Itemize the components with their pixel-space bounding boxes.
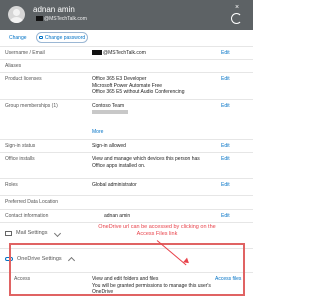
section-title: Mail Settings xyxy=(16,230,48,236)
username-row: Username / Email @MSTechTalk.com Edit xyxy=(0,46,253,59)
edit-link[interactable]: Edit xyxy=(221,156,230,162)
product-licenses-row: Product licenses Office 365 E3 Developer… xyxy=(0,72,253,99)
edit-link[interactable]: Edit xyxy=(221,76,230,82)
field-label: Product licenses xyxy=(5,76,42,82)
field-value: @MSTechTalk.com xyxy=(92,50,146,57)
sign-in-status-row: Sign-in status Sign-in allowed Edit xyxy=(0,139,253,152)
edit-link[interactable]: Edit xyxy=(221,103,230,109)
mail-icon xyxy=(5,230,12,236)
field-label: Username / Email xyxy=(5,50,45,56)
field-value: Sign-in allowed xyxy=(92,143,126,149)
user-header: adnan amin @MSTechTalk.com × xyxy=(0,0,253,30)
loading-spinner-icon xyxy=(231,13,242,24)
user-name: adnan amin xyxy=(33,5,75,14)
field-label: Aliases xyxy=(5,63,22,69)
edit-link[interactable]: Edit xyxy=(221,143,230,149)
highlight-box xyxy=(9,243,245,296)
field-value: Contoso Team More xyxy=(92,103,128,136)
field-label: Roles xyxy=(5,182,18,188)
redacted-text xyxy=(36,16,43,22)
close-icon[interactable]: × xyxy=(235,4,239,11)
aliases-row: Aliases xyxy=(0,59,253,72)
field-label: Contact information xyxy=(5,213,49,219)
toolbar: Change Change password xyxy=(0,30,253,46)
field-value: Office 365 E3 Developer Microsoft Power … xyxy=(92,76,185,95)
roles-row: Roles Global administrator Edit xyxy=(0,178,253,191)
edit-link[interactable]: Edit xyxy=(221,50,230,56)
change-password-button[interactable]: Change password xyxy=(36,32,88,43)
field-label: Office installs xyxy=(5,156,35,162)
more-link[interactable]: More xyxy=(92,129,128,136)
field-label: Preferred Data Location xyxy=(5,199,59,205)
office-installs-row: Office installs View and manage which de… xyxy=(0,152,253,170)
contact-information-row: Contact information adnan amin Edit xyxy=(0,209,253,222)
field-value: View and manage which devices this perso… xyxy=(92,156,200,169)
key-icon xyxy=(38,36,43,39)
avatar xyxy=(8,6,25,23)
redacted-text xyxy=(92,110,128,115)
chevron-down-icon xyxy=(53,229,61,237)
field-label: Sign-in status xyxy=(5,143,36,149)
field-value: adnan amin xyxy=(104,213,131,219)
group-memberships-row: Group memberships (1) Contoso Team More … xyxy=(0,99,253,139)
change-photo-link[interactable]: Change xyxy=(9,35,27,41)
user-email: @MSTechTalk.com xyxy=(36,16,87,22)
preferred-data-location-row: Preferred Data Location xyxy=(0,195,253,208)
edit-link[interactable]: Edit xyxy=(221,213,230,219)
field-label: Group memberships (1) xyxy=(5,103,58,109)
field-value: Global administrator xyxy=(92,182,137,188)
edit-link[interactable]: Edit xyxy=(221,182,230,188)
callout-annotation: OneDrive url can be accessed by clicking… xyxy=(98,224,216,237)
